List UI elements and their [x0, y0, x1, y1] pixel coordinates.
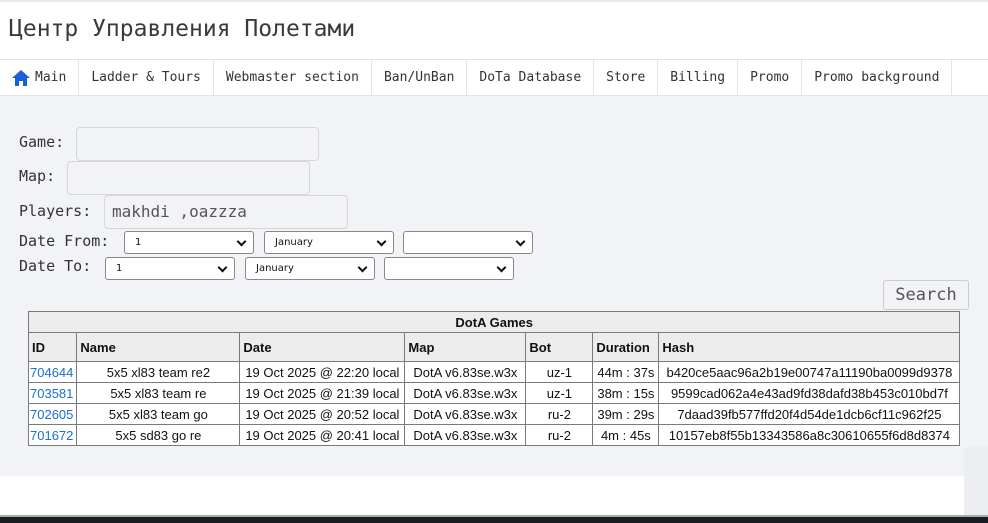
- game-id-link[interactable]: 704644: [30, 365, 73, 380]
- cell-date: 19 Oct 2025 @ 20:41 local: [239, 424, 406, 446]
- date-from-month-select[interactable]: January: [264, 231, 394, 254]
- table-row: 701672 5x5 sd83 go re 19 Oct 2025 @ 20:41 …: [27, 424, 961, 446]
- nav-dota-database[interactable]: DoTa Database: [467, 60, 595, 95]
- col-name: Name: [76, 332, 241, 362]
- nav-ladder-tours[interactable]: Ladder & Tours: [79, 60, 214, 95]
- game-input[interactable]: [76, 127, 319, 161]
- game-label: Game:: [19, 133, 65, 151]
- col-hash: Hash: [658, 332, 961, 362]
- cell-hash: b420ce5aac96a2b19e00747a11190ba0099d9378: [658, 361, 961, 383]
- cell-duration: 39m : 29s: [592, 403, 660, 425]
- cell-bot: uz-1: [525, 361, 594, 383]
- cell-hash: 7daad39fb577ffd20f4d54de1dcb6cf11c962f25: [658, 403, 961, 425]
- col-id: ID: [27, 332, 78, 362]
- nav-store[interactable]: Store: [594, 60, 659, 95]
- map-input[interactable]: [67, 161, 310, 195]
- taskbar: [0, 515, 988, 523]
- table-row: 702605 5x5 xl83 team go 19 Oct 2025 @ 20:5…: [27, 403, 961, 425]
- nav-ban-unban[interactable]: Ban/UnBan: [372, 60, 468, 95]
- cell-date: 19 Oct 2025 @ 22:20 local: [239, 361, 406, 383]
- players-label: Players:: [19, 202, 92, 220]
- cell-hash: 9599cad062a4e43ad9fd38dafd38b453c010bd7f: [658, 382, 961, 404]
- side-widget[interactable]: [964, 446, 988, 523]
- date-from-year-select[interactable]: [403, 231, 533, 254]
- table-row: 703581 5x5 xl83 team re 19 Oct 2025 @ 21:3…: [27, 382, 961, 404]
- cell-date: 19 Oct 2025 @ 20:52 local: [239, 403, 406, 425]
- nav-promo-background[interactable]: Promo background: [802, 60, 953, 95]
- col-map: Map: [404, 332, 527, 362]
- game-id-link[interactable]: 701672: [30, 428, 73, 443]
- game-id-link[interactable]: 702605: [30, 407, 73, 422]
- search-button[interactable]: Search: [883, 280, 969, 310]
- nav-promo[interactable]: Promo: [738, 60, 803, 95]
- players-input[interactable]: makhdi ,oazzza: [104, 195, 348, 229]
- home-icon: [12, 69, 30, 86]
- table-row: 704644 5x5 xl83 team re2 19 Oct 2025 @ 22:…: [27, 361, 961, 383]
- cell-name: 5x5 xl83 team go: [76, 403, 241, 425]
- game-id-link[interactable]: 703581: [30, 386, 73, 401]
- nav-billing[interactable]: Billing: [658, 60, 739, 95]
- nav-webmaster[interactable]: Webmaster section: [214, 60, 372, 95]
- cell-name: 5x5 xl83 team re: [76, 382, 241, 404]
- cell-map: DotA v6.83se.w3x: [404, 403, 527, 425]
- cell-id: 701672: [27, 424, 78, 446]
- date-to-day-select[interactable]: 1: [105, 257, 235, 280]
- cell-duration: 4m : 45s: [592, 424, 660, 446]
- cell-id: 702605: [27, 403, 78, 425]
- date-from-day-select[interactable]: 1: [124, 231, 254, 254]
- cell-duration: 38m : 15s: [592, 382, 660, 404]
- table-caption: DotA Games: [27, 311, 961, 333]
- cell-id: 704644: [27, 361, 78, 383]
- cell-duration: 44m : 37s: [592, 361, 660, 383]
- cell-map: DotA v6.83se.w3x: [404, 361, 527, 383]
- games-table: DotA Games ID Name Date Map Bot Duration…: [27, 311, 961, 446]
- date-to-label: Date To:: [19, 257, 92, 275]
- col-bot: Bot: [525, 332, 594, 362]
- cell-name: 5x5 xl83 team re2: [76, 361, 241, 383]
- cell-bot: ru-2: [525, 403, 594, 425]
- cell-map: DotA v6.83se.w3x: [404, 382, 527, 404]
- cell-date: 19 Oct 2025 @ 21:39 local: [239, 382, 406, 404]
- cell-map: DotA v6.83se.w3x: [404, 424, 527, 446]
- map-label: Map:: [19, 167, 56, 185]
- cell-id: 703581: [27, 382, 78, 404]
- nav-main[interactable]: Main: [0, 60, 80, 95]
- cell-bot: ru-2: [525, 424, 594, 446]
- page-title: Центр Управления Полетами: [9, 16, 356, 42]
- cell-hash: 10157eb8f55b13343586a8c30610655f6d8d8374: [658, 424, 961, 446]
- date-to-month-select[interactable]: January: [245, 257, 375, 280]
- col-duration: Duration: [592, 332, 660, 362]
- date-from-label: Date From:: [19, 232, 110, 250]
- cell-name: 5x5 sd83 go re: [76, 424, 241, 446]
- cell-bot: uz-1: [525, 382, 594, 404]
- nav-main-label: Main: [35, 70, 67, 85]
- date-to-year-select[interactable]: [384, 257, 514, 280]
- main-nav: Main Ladder & Tours Webmaster section Ba…: [0, 59, 988, 96]
- top-border: [0, 0, 988, 2]
- col-date: Date: [239, 332, 406, 362]
